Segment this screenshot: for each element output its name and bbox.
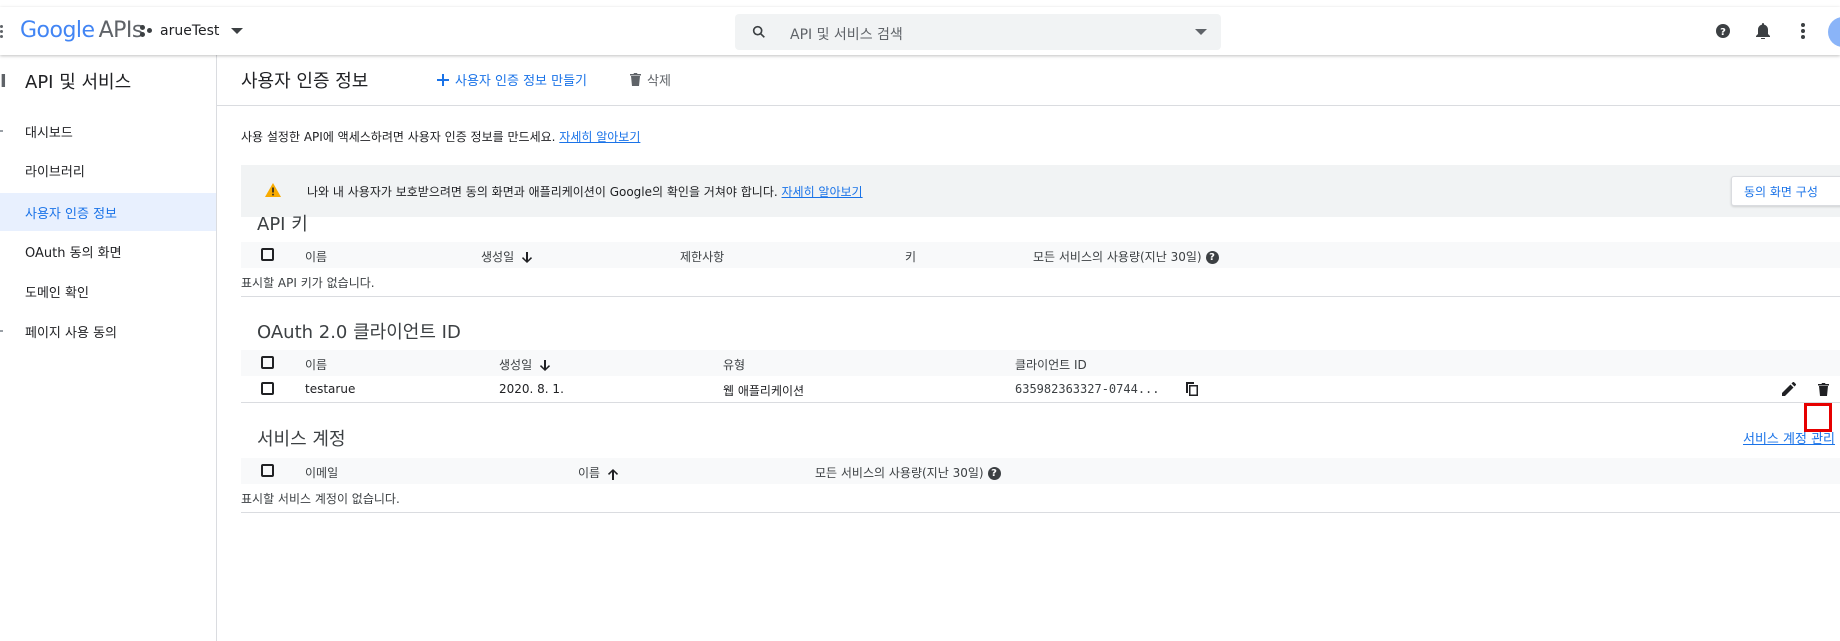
column-header-created-label: 생성일 — [499, 358, 533, 372]
client-created: 2020. 8. 1. — [499, 382, 564, 396]
client-id: 635982363327-0744... — [1015, 382, 1160, 396]
avatar[interactable] — [1828, 17, 1840, 47]
logo-google-text: Google — [20, 18, 95, 43]
chevron-down-icon — [231, 28, 244, 34]
delete-button[interactable]: 삭제 — [630, 70, 671, 89]
verification-banner: 나와 내 사용자가 보호받으려면 동의 화면과 애플리케이션이 Google의 … — [241, 165, 1840, 217]
sidebar-item-label: 라이브러리 — [25, 164, 85, 180]
page-header: 사용자 인증 정보 사용자 인증 정보 만들기 삭제 — [217, 55, 1840, 106]
project-selector[interactable]: arueTest — [140, 23, 244, 39]
copy-icon[interactable] — [1182, 379, 1202, 399]
column-header-created[interactable]: 생성일 — [499, 356, 551, 373]
oauth-title: OAuth 2.0 클라이언트 ID — [257, 322, 461, 343]
api-keys-empty-row: 표시할 API 키가 없습니다. — [241, 268, 1840, 297]
arrow-down-icon — [522, 251, 533, 263]
sidebar: I API 및 서비스 대시보드 라이브러리 사용자 인증 정보 OAuth 동… — [0, 55, 217, 641]
column-header-restrictions: 제한사항 — [680, 250, 725, 264]
table-row[interactable]: testarue 2020. 8. 1. 웹 애플리케이션 6359823633… — [241, 376, 1840, 403]
agreement-icon — [0, 330, 3, 332]
client-type: 웹 애플리케이션 — [723, 384, 805, 398]
api-keys-title: API 키 — [257, 214, 308, 235]
notifications-icon[interactable] — [1753, 21, 1773, 41]
plus-icon — [437, 73, 449, 86]
column-header-usage: 모든 서비스의 사용량(지난 30일)? — [815, 464, 1001, 481]
row-checkbox[interactable] — [261, 382, 274, 395]
intro-message: 사용 설정한 API에 액세스하려면 사용자 인증 정보를 만드세요. — [241, 130, 560, 144]
sidebar-item-label: 대시보드 — [25, 125, 73, 141]
empty-message: 표시할 API 키가 없습니다. — [241, 276, 375, 290]
delete-icon[interactable] — [1813, 379, 1833, 399]
sidebar-item-label: 페이지 사용 동의 — [25, 325, 117, 341]
intro-text: 사용 설정한 API에 액세스하려면 사용자 인증 정보를 만드세요. 자세히 … — [241, 128, 640, 145]
select-all-checkbox[interactable] — [261, 356, 274, 369]
search-input[interactable]: API 및 서비스 검색 — [790, 24, 903, 44]
column-header-created[interactable]: 생성일 — [481, 248, 533, 265]
create-credentials-button[interactable]: 사용자 인증 정보 만들기 — [437, 70, 587, 89]
column-header-name-label: 이름 — [578, 466, 601, 480]
help-icon[interactable]: ? — [1713, 21, 1733, 41]
page-title: 사용자 인증 정보 — [241, 71, 369, 92]
oauth-table-header: 이름 생성일 유형 클라이언트 ID — [241, 350, 1840, 376]
service-accounts-empty-row: 표시할 서비스 계정이 없습니다. — [241, 484, 1840, 513]
trash-icon — [630, 73, 641, 86]
api-keys-table-header: 이름 생성일 제한사항 키 모든 서비스의 사용량(지난 30일)? — [241, 242, 1840, 268]
arrow-down-icon — [540, 359, 551, 371]
menu-icon[interactable] — [0, 25, 4, 39]
learn-more-link[interactable]: 자세히 알아보기 — [559, 130, 640, 144]
svg-text:?: ? — [1720, 27, 1726, 38]
column-header-client-id: 클라이언트 ID — [1015, 358, 1087, 372]
banner-text: 나와 내 사용자가 보호받으려면 동의 화면과 애플리케이션이 Google의 … — [307, 183, 863, 200]
column-header-name[interactable]: 이름 — [305, 248, 327, 265]
edit-icon[interactable] — [1779, 379, 1799, 399]
sidebar-item-page-usage-agreement[interactable]: 페이지 사용 동의 — [0, 312, 216, 350]
column-header-email[interactable]: 이메일 — [305, 464, 338, 481]
banner-message: 나와 내 사용자가 보호받으려면 동의 화면과 애플리케이션이 Google의 … — [307, 185, 782, 199]
google-apis-logo[interactable]: Google APIs — [20, 18, 143, 43]
select-all-checkbox[interactable] — [261, 464, 274, 477]
service-accounts-title: 서비스 계정 — [257, 429, 346, 450]
banner-learn-more-link[interactable]: 자세히 알아보기 — [782, 185, 863, 199]
sidebar-item-dashboard[interactable]: 대시보드 — [0, 112, 216, 150]
main-content: 사용자 인증 정보 사용자 인증 정보 만들기 삭제 사용 설정한 API에 액… — [217, 55, 1840, 641]
column-header-name[interactable]: 이름 — [578, 464, 619, 481]
search-icon — [751, 24, 767, 44]
project-name: arueTest — [160, 23, 220, 39]
project-icon — [140, 24, 154, 38]
sidebar-item-library[interactable]: 라이브러리 — [0, 151, 216, 189]
arrow-up-icon — [608, 468, 619, 480]
api-icon: I — [0, 71, 7, 92]
column-header-created-label: 생성일 — [481, 250, 515, 264]
column-header-usage-label: 모든 서비스의 사용량(지난 30일) — [1033, 250, 1202, 264]
sidebar-item-domain-verification[interactable]: 도메인 확인 — [0, 272, 216, 310]
download-highlight-box — [1804, 403, 1832, 432]
top-bar: Google APIs arueTest API 및 서비스 검색 ? — [0, 7, 1840, 55]
sidebar-item-label: OAuth 동의 화면 — [25, 245, 122, 261]
logo-apis-text: APIs — [98, 18, 144, 43]
sidebar-item-label: 도메인 확인 — [25, 285, 89, 301]
column-header-key: 키 — [905, 250, 917, 264]
create-credentials-label: 사용자 인증 정보 만들기 — [455, 74, 587, 89]
select-all-checkbox[interactable] — [261, 248, 274, 261]
sidebar-item-credentials[interactable]: 사용자 인증 정보 — [0, 193, 216, 231]
delete-label: 삭제 — [647, 74, 671, 89]
search-bar[interactable]: API 및 서비스 검색 — [735, 14, 1221, 50]
search-dropdown-icon[interactable] — [1195, 29, 1207, 35]
column-header-type[interactable]: 유형 — [723, 356, 745, 373]
empty-message: 표시할 서비스 계정이 없습니다. — [241, 492, 400, 506]
sidebar-title: API 및 서비스 — [25, 72, 132, 93]
sidebar-item-label: 사용자 인증 정보 — [25, 206, 117, 222]
column-header-usage-label: 모든 서비스의 사용량(지난 30일) — [815, 466, 984, 480]
dashboard-icon — [0, 130, 3, 132]
configure-consent-screen-button[interactable]: 동의 화면 구성 — [1731, 176, 1840, 206]
more-vert-icon[interactable] — [1793, 21, 1813, 41]
help-icon[interactable]: ? — [987, 467, 1001, 480]
warning-icon — [265, 182, 281, 201]
client-name[interactable]: testarue — [305, 382, 355, 396]
column-header-usage: 모든 서비스의 사용량(지난 30일)? — [1033, 248, 1219, 265]
sidebar-item-oauth-consent[interactable]: OAuth 동의 화면 — [0, 232, 216, 270]
column-header-name[interactable]: 이름 — [305, 356, 327, 373]
service-accounts-table-header: 이메일 이름 모든 서비스의 사용량(지난 30일)? — [241, 458, 1840, 484]
help-icon[interactable]: ? — [1205, 251, 1219, 264]
